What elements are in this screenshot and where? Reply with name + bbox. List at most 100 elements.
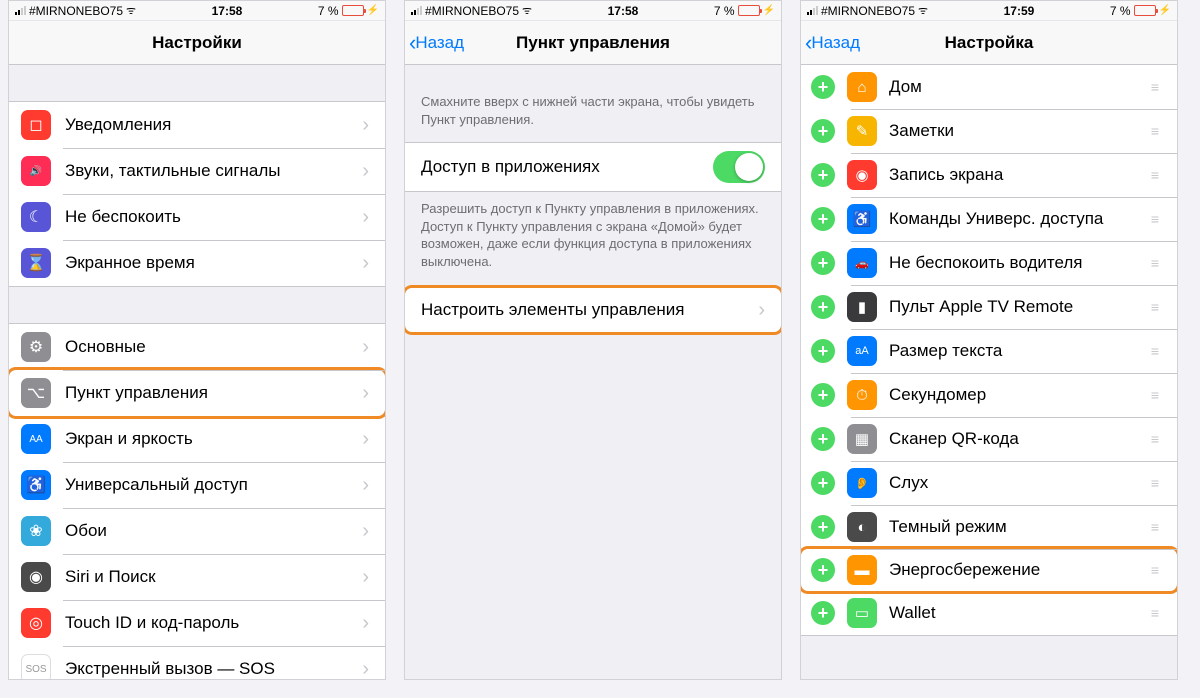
charging-icon: ⚡ [1159,5,1171,16]
status-time: 17:58 [212,4,243,18]
row-label: Уведомления [65,115,362,135]
carrier-label: #MIRNONEBO75 [29,4,123,18]
nav-bar: ‹ Назад Пункт управления [405,21,781,65]
customize-controls-row[interactable]: Настроить элементы управления › [405,288,781,332]
screen-record-icon: ◉ [847,160,877,190]
toggle-help-text: Разрешить доступ к Пункту управления в п… [405,192,781,278]
add-control-row-home[interactable]: +⌂Дом≡ [801,65,1177,109]
wifi-icon: ᯤ [918,3,928,18]
add-control-row-wallet[interactable]: +▭Wallet≡ [801,591,1177,635]
add-control-row-qr-scanner[interactable]: +▦Сканер QR-кода≡ [801,417,1177,461]
add-button[interactable]: + [811,339,835,363]
row-label: Touch ID и код-пароль [65,613,362,633]
low-power-icon: ▬ [847,555,877,585]
settings-row-touchid[interactable]: ◎Touch ID и код-пароль› [9,600,385,646]
settings-row-screentime[interactable]: ⌛Экранное время› [9,240,385,286]
sounds-icon: 🔊 [21,156,51,186]
add-control-row-screen-record[interactable]: +◉Запись экрана≡ [801,153,1177,197]
status-bar: #MIRNONEBO75 ᯤ 17:59 7 % ⚡ [801,1,1177,21]
back-label: Назад [811,33,860,53]
row-label: Экстренный вызов — SOS [65,659,362,679]
reorder-grip-icon[interactable]: ≡ [1151,167,1161,183]
add-control-row-notes[interactable]: +✎Заметки≡ [801,109,1177,153]
siri-icon: ◉ [21,562,51,592]
status-bar: #MIRNONEBO75 ᯤ 17:58 7 % ⚡ [9,1,385,21]
reorder-grip-icon[interactable]: ≡ [1151,299,1161,315]
screen-control-center: #MIRNONEBO75 ᯤ 17:58 7 % ⚡ ‹ Назад Пункт… [404,0,782,680]
add-button[interactable]: + [811,471,835,495]
touchid-icon: ◎ [21,608,51,638]
add-control-row-dnd-driving[interactable]: +🚗Не беспокоить водителя≡ [801,241,1177,285]
notes-icon: ✎ [847,116,877,146]
add-button[interactable]: + [811,515,835,539]
add-control-row-dark-mode[interactable]: + ◐ Темный режим≡ [801,505,1177,549]
settings-row-siri[interactable]: ◉Siri и Поиск› [9,554,385,600]
status-time: 17:59 [1004,4,1035,18]
settings-content[interactable]: ◻ Уведомления › 🔊Звуки, тактильные сигналы›… [9,65,385,679]
dark-mode-icon: ◐ [847,512,877,542]
add-button[interactable]: + [811,75,835,99]
add-control-row-low-power[interactable]: +▬Энергосбережение≡ [801,546,1177,594]
add-button[interactable]: + [811,163,835,187]
add-control-row-text-size[interactable]: +aAРазмер текста≡ [801,329,1177,373]
reorder-grip-icon[interactable]: ≡ [1151,387,1161,403]
add-button[interactable]: + [811,119,835,143]
display-icon: AA [21,424,51,454]
add-button[interactable]: + [811,558,835,582]
charging-icon: ⚡ [367,5,379,16]
toggle-label: Доступ в приложениях [421,157,713,177]
customize-content[interactable]: +⌂Дом≡+✎Заметки≡+◉Запись экрана≡+♿Команд… [801,65,1177,679]
add-button[interactable]: + [811,383,835,407]
add-button[interactable]: + [811,427,835,451]
reorder-grip-icon[interactable]: ≡ [1151,431,1161,447]
back-button[interactable]: ‹ Назад [805,21,860,64]
status-bar: #MIRNONEBO75 ᯤ 17:58 7 % ⚡ [405,1,781,21]
settings-row-sos[interactable]: SOSЭкстренный вызов — SOS› [9,646,385,679]
reorder-grip-icon[interactable]: ≡ [1151,562,1161,578]
battery-icon [1134,5,1156,16]
settings-row-sounds[interactable]: 🔊Звуки, тактильные сигналы› [9,148,385,194]
reorder-grip-icon[interactable]: ≡ [1151,255,1161,271]
add-control-row-accessibility-shortcuts[interactable]: +♿Команды Универс. доступа≡ [801,197,1177,241]
battery-icon [738,5,760,16]
reorder-grip-icon[interactable]: ≡ [1151,475,1161,491]
settings-row-general[interactable]: ⚙Основные› [9,324,385,370]
add-button[interactable]: + [811,251,835,275]
settings-row-control-center[interactable]: ⌥Пункт управления› [9,367,385,419]
settings-row-wallpaper[interactable]: ❀Обои› [9,508,385,554]
add-button[interactable]: + [811,295,835,319]
settings-row-display[interactable]: AAЭкран и яркость› [9,416,385,462]
reorder-grip-icon[interactable]: ≡ [1151,211,1161,227]
add-control-row-apple-tv-remote[interactable]: +▮Пульт Apple TV Remote≡ [801,285,1177,329]
reorder-grip-icon[interactable]: ≡ [1151,79,1161,95]
add-control-row-hearing[interactable]: +👂Слух≡ [801,461,1177,505]
notifications-icon: ◻ [21,110,51,140]
add-button[interactable]: + [811,601,835,625]
row-label: Основные [65,337,362,357]
access-in-apps-row[interactable]: Доступ в приложениях [405,143,781,191]
settings-row-notifications[interactable]: ◻Уведомления› [9,102,385,148]
row-label: Не беспокоить водителя [889,253,1151,273]
chevron-right-icon: › [362,474,369,497]
back-button[interactable]: ‹ Назад [409,21,464,64]
chevron-right-icon: › [362,566,369,589]
chevron-right-icon: › [362,428,369,451]
wifi-icon: ᯤ [126,3,136,18]
accessibility-shortcuts-icon: ♿ [847,204,877,234]
reorder-grip-icon[interactable]: ≡ [1151,605,1161,621]
access-in-apps-toggle[interactable] [713,151,765,183]
customize-label: Настроить элементы управления [421,300,758,320]
control-center-content[interactable]: Смахните вверх с нижней части экрана, чт… [405,65,781,679]
settings-row-dnd[interactable]: ☾Не беспокоить› [9,194,385,240]
reorder-grip-icon[interactable]: ≡ [1151,343,1161,359]
battery-percent: 7 % [714,4,735,18]
reorder-grip-icon[interactable]: ≡ [1151,123,1161,139]
row-label: Темный режим [889,517,1151,537]
add-control-row-stopwatch[interactable]: +⏱Секундомер≡ [801,373,1177,417]
page-title: Настройка [945,33,1034,53]
row-label: Сканер QR-кода [889,429,1151,449]
chevron-right-icon: › [362,520,369,543]
reorder-grip-icon[interactable]: ≡ [1151,519,1161,535]
add-button[interactable]: + [811,207,835,231]
settings-row-accessibility[interactable]: ♿Универсальный доступ› [9,462,385,508]
